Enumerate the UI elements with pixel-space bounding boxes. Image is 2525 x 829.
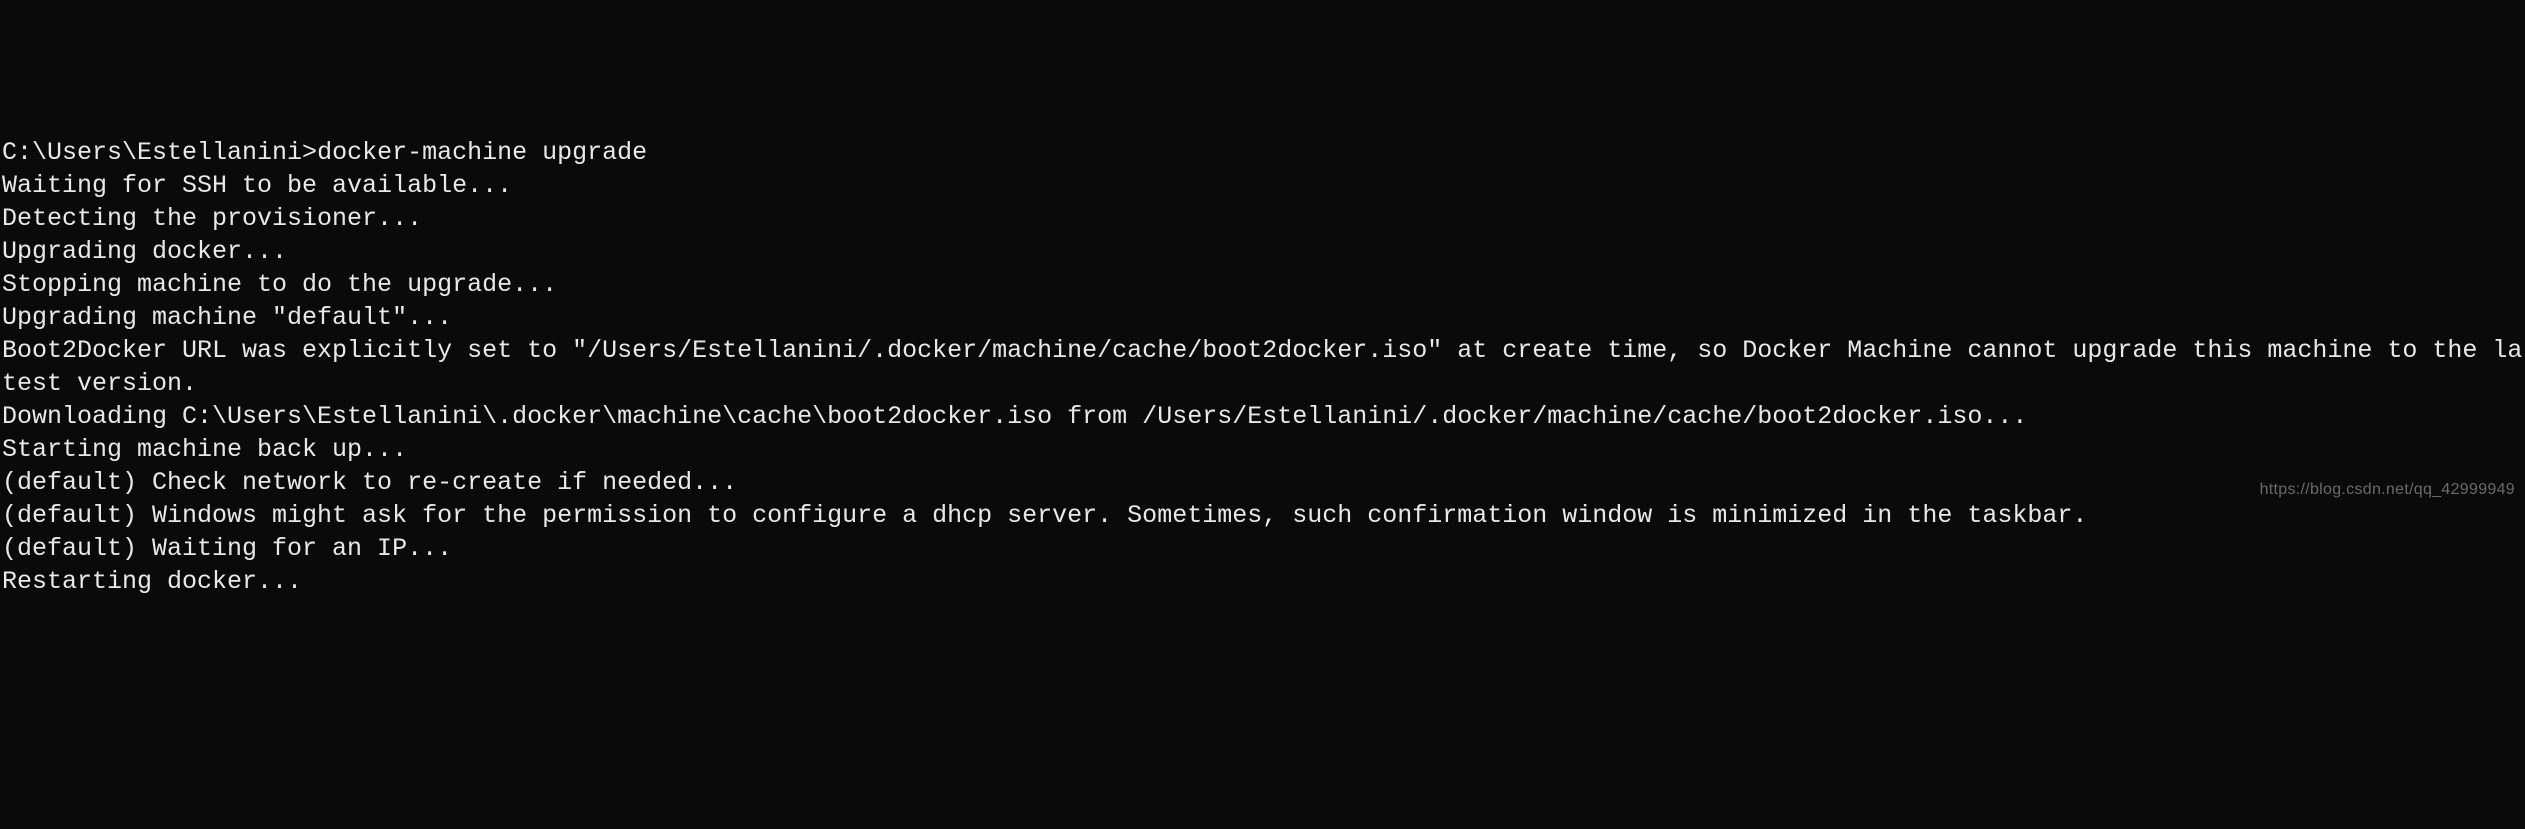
output-line: (default) Check network to re-create if … [2, 466, 2525, 499]
output-line: Restarting docker... [2, 565, 2525, 598]
prompt: C:\Users\Estellanini> [2, 138, 317, 167]
output-line: Boot2Docker URL was explicitly set to "/… [2, 334, 2525, 400]
output-line: Waiting for SSH to be available... [2, 169, 2525, 202]
output-line: Detecting the provisioner... [2, 202, 2525, 235]
terminal-output[interactable]: C:\Users\Estellanini>docker-machine upgr… [0, 136, 2525, 598]
output-line: Upgrading docker... [2, 235, 2525, 268]
output-line: Upgrading machine "default"... [2, 301, 2525, 334]
output-line: Stopping machine to do the upgrade... [2, 268, 2525, 301]
command-line: C:\Users\Estellanini>docker-machine upgr… [2, 136, 2525, 169]
output-line: Downloading C:\Users\Estellanini\.docker… [2, 400, 2525, 433]
command: docker-machine upgrade [317, 138, 647, 167]
output-line: (default) Waiting for an IP... [2, 532, 2525, 565]
watermark: https://blog.csdn.net/qq_42999949 [2260, 479, 2515, 500]
output-line: Starting machine back up... [2, 433, 2525, 466]
output-line: (default) Windows might ask for the perm… [2, 499, 2525, 532]
